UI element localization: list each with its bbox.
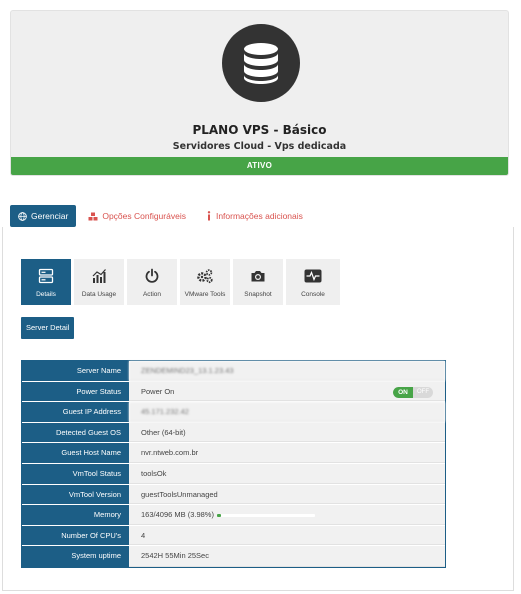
- power-icon: [144, 266, 160, 286]
- power-toggle[interactable]: ON OFF: [393, 386, 433, 398]
- guest-ip-value: 45.171.232.42: [129, 402, 445, 422]
- power-status-cell: Power On ON OFF: [129, 381, 445, 402]
- uptime-value: 2542H 55Min 25Sec: [129, 546, 445, 567]
- vmware-tools-button[interactable]: VMware Tools: [180, 259, 230, 305]
- cpu-count-value: 4: [129, 525, 445, 546]
- detected-os-value: Other (64-bit): [129, 422, 445, 443]
- data-usage-label: Data Usage: [81, 291, 117, 298]
- server-detail-button[interactable]: Server Detail: [21, 317, 75, 339]
- server-icon: [38, 266, 54, 286]
- tab-label: Opções Configuráveis: [102, 211, 186, 221]
- tab-bar: Gerenciar Opções Configuráveis Informaçõ…: [10, 205, 315, 227]
- gears-icon: [196, 266, 214, 286]
- row-label: Server Name: [22, 361, 129, 381]
- table-row: Guest IP Address 45.171.232.42: [22, 402, 445, 423]
- server-name-value: ZENDEMIND23_13.1.23.43: [129, 361, 445, 381]
- row-label: Number Of CPU's: [22, 525, 129, 546]
- snapshot-button[interactable]: Snapshot: [233, 259, 283, 305]
- tab-informacoes-adicionais[interactable]: Informações adicionais: [198, 205, 311, 227]
- cubes-icon: [88, 212, 98, 221]
- row-label: VmTool Version: [22, 484, 129, 505]
- table-row: Number Of CPU's 4: [22, 525, 445, 547]
- info-icon: [206, 211, 212, 221]
- action-button[interactable]: Action: [127, 259, 177, 305]
- snapshot-label: Snapshot: [244, 291, 272, 298]
- tab-label: Gerenciar: [31, 211, 69, 221]
- details-button[interactable]: Details: [21, 259, 71, 305]
- data-usage-button[interactable]: Data Usage: [74, 259, 124, 305]
- memory-progress-bar: [217, 514, 315, 518]
- toggle-on-label: ON: [393, 386, 413, 398]
- memory-value: 163/4096 MB (3.98%): [141, 510, 214, 520]
- table-row: Power Status Power On ON OFF: [22, 381, 445, 403]
- power-status-value: Power On: [141, 386, 175, 396]
- plan-title: PLANO VPS - Básico: [192, 123, 327, 137]
- status-badge: ATIVO: [11, 157, 508, 175]
- table-row: VmTool Version guestToolsUnmanaged: [22, 484, 445, 506]
- chart-icon: [91, 266, 107, 286]
- camera-icon: [250, 266, 266, 286]
- vmtool-version-value: guestToolsUnmanaged: [129, 484, 445, 505]
- row-label: Detected Guest OS: [22, 422, 129, 443]
- vmware-tools-label: VMware Tools: [184, 291, 226, 298]
- vm-toolbar: Details Data Usage Action VMware Tools S…: [21, 259, 340, 305]
- database-icon: [222, 24, 300, 102]
- memory-progress-fill: [217, 514, 221, 518]
- host-name-value: nvr.ntweb.com.br: [129, 443, 445, 463]
- row-label: VmTool Status: [22, 463, 129, 484]
- row-label: Guest IP Address: [22, 402, 129, 422]
- table-row: Detected Guest OS Other (64-bit): [22, 422, 445, 444]
- table-row: Memory 163/4096 MB (3.98%): [22, 505, 445, 526]
- toggle-off-label: OFF: [417, 388, 429, 395]
- table-row: System uptime 2542H 55Min 25Sec: [22, 546, 445, 567]
- details-label: Details: [36, 291, 56, 298]
- server-detail-table: Server Name ZENDEMIND23_13.1.23.43 Power…: [21, 360, 446, 568]
- action-label: Action: [142, 291, 162, 298]
- tab-label: Informações adicionais: [215, 211, 303, 221]
- tab-opcoes-configuraveis[interactable]: Opções Configuráveis: [80, 205, 194, 227]
- table-row: VmTool Status toolsOk: [22, 463, 445, 485]
- manage-panel: Details Data Usage Action VMware Tools S…: [2, 227, 514, 591]
- tab-gerenciar[interactable]: Gerenciar: [10, 205, 77, 227]
- row-label: Power Status: [22, 381, 129, 402]
- table-row: Server Name ZENDEMIND23_13.1.23.43: [22, 361, 445, 382]
- row-label: System uptime: [22, 546, 129, 567]
- row-label: Guest Host Name: [22, 443, 129, 463]
- product-card: PLANO VPS - Básico Servidores Cloud - Vp…: [10, 10, 509, 176]
- row-label: Memory: [22, 505, 129, 525]
- globe-icon: [18, 211, 27, 221]
- console-button[interactable]: Console: [286, 259, 340, 305]
- heartbeat-icon: [304, 266, 322, 286]
- memory-cell: 163/4096 MB (3.98%): [129, 505, 445, 525]
- plan-subtitle: Servidores Cloud - Vps dedicada: [172, 141, 347, 152]
- vmtool-status-value: toolsOk: [129, 463, 445, 484]
- table-row: Guest Host Name nvr.ntweb.com.br: [22, 443, 445, 464]
- console-label: Console: [301, 291, 325, 298]
